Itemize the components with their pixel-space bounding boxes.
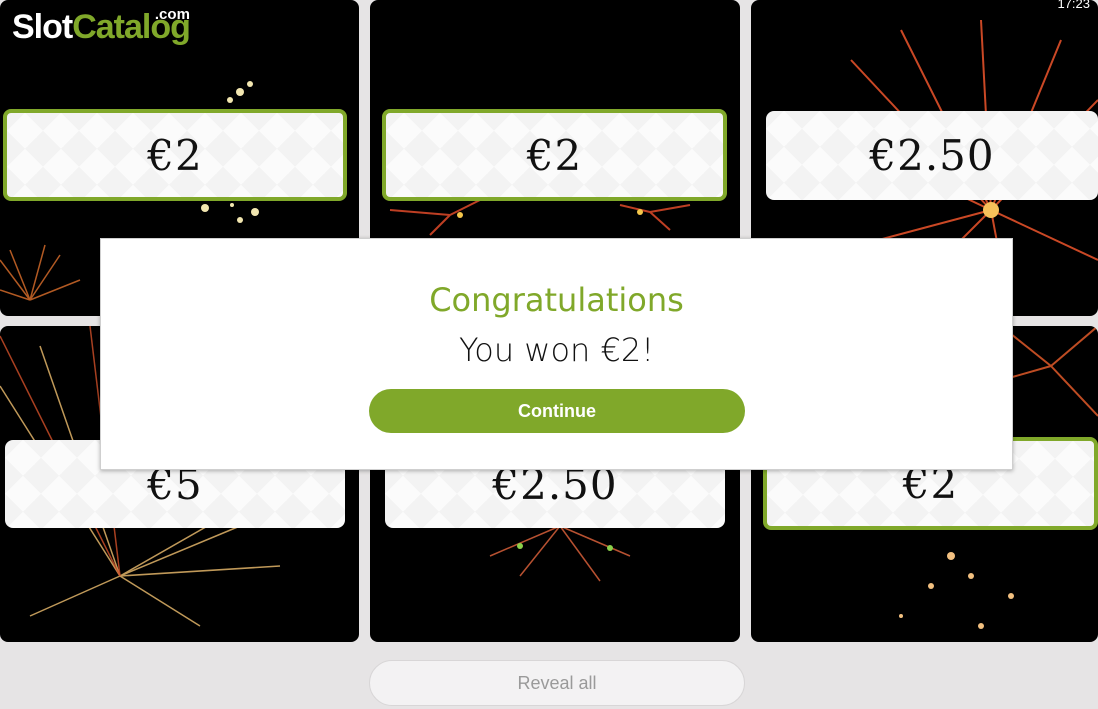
clock: 17:23	[1057, 0, 1090, 11]
win-dialog: Congratulations You won €2! Continue	[100, 238, 1013, 470]
prize-value-2: €2	[382, 109, 727, 201]
slotcatalog-logo: SlotCatalog .com	[12, 6, 191, 47]
logo-slot: Slot	[12, 8, 73, 46]
prize-value-1: €2	[3, 109, 347, 201]
reveal-all-button[interactable]: Reveal all	[369, 660, 745, 706]
win-message: You won €2!	[458, 331, 655, 369]
dialog-title: Congratulations	[429, 281, 684, 319]
continue-button[interactable]: Continue	[369, 389, 745, 433]
logo-dotcom: .com	[154, 6, 190, 23]
prize-value-3: €2.50	[766, 111, 1098, 200]
